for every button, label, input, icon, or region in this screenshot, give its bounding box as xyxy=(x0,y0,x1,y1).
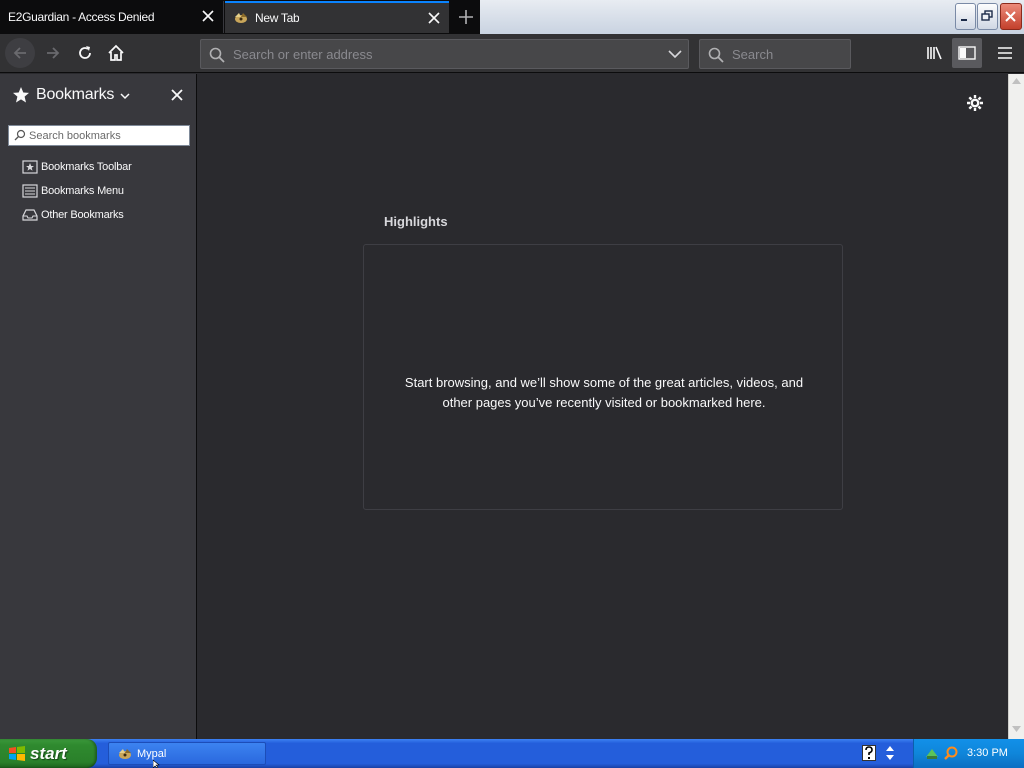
forward-arrow-icon xyxy=(47,47,60,59)
bookmark-folder-other[interactable]: Other Bookmarks xyxy=(22,206,124,224)
star-icon xyxy=(13,87,29,103)
sidebar-toggle-button[interactable] xyxy=(952,38,982,68)
mouse-cursor-icon xyxy=(153,760,160,768)
bookmarks-search-field[interactable] xyxy=(8,125,190,146)
sidebar-icon xyxy=(958,46,976,60)
bookmark-folder-toolbar[interactable]: Bookmarks Toolbar xyxy=(22,158,132,176)
close-tab-icon[interactable] xyxy=(201,9,215,23)
new-tab-page: Highlights Start browsing, and we’ll sho… xyxy=(198,74,1008,739)
reload-button[interactable] xyxy=(70,38,100,68)
search-bar[interactable] xyxy=(699,39,851,69)
tab-strip: E2Guardian - Access Denied New Tab xyxy=(0,0,1024,34)
navigation-toolbar xyxy=(0,34,1024,73)
scroll-down-arrow-icon[interactable] xyxy=(1012,726,1021,732)
bookmark-folder-menu[interactable]: Bookmarks Menu xyxy=(22,182,124,200)
network-tray-icon[interactable] xyxy=(924,745,940,761)
tray-folder-icon xyxy=(22,209,38,221)
clock: 3:30 PM xyxy=(967,747,1008,759)
hamburger-menu-icon xyxy=(998,47,1012,59)
back-button[interactable] xyxy=(5,38,35,68)
highlights-heading: Highlights xyxy=(384,214,448,229)
taskbar-item-mypal[interactable]: Mypal xyxy=(108,742,266,765)
sidebar-title: Bookmarks xyxy=(36,86,115,103)
close-tab-icon[interactable] xyxy=(427,11,441,25)
chevron-down-icon[interactable] xyxy=(668,49,682,59)
new-tab-plus-icon[interactable] xyxy=(452,4,480,30)
home-button[interactable] xyxy=(101,38,131,68)
minimize-window-button[interactable] xyxy=(955,3,976,30)
forward-button[interactable] xyxy=(38,38,68,68)
reload-icon xyxy=(79,46,91,59)
bookmark-folder-label: Bookmarks Toolbar xyxy=(41,161,132,173)
gear-icon[interactable] xyxy=(966,94,984,112)
help-icon[interactable] xyxy=(862,745,876,761)
search-icon xyxy=(14,129,26,141)
chevron-down-icon xyxy=(120,93,130,100)
address-bar[interactable] xyxy=(200,39,689,69)
window-caption-area xyxy=(480,0,1024,34)
library-button[interactable] xyxy=(920,38,950,68)
close-window-button[interactable] xyxy=(1000,3,1022,30)
taskbar-item-label: Mypal xyxy=(137,747,167,760)
highlights-empty-box: Start browsing, and we’ll show some of t… xyxy=(363,244,843,510)
menu-button[interactable] xyxy=(990,38,1020,68)
scroll-up-arrow-icon[interactable] xyxy=(1012,78,1021,84)
mypal-favicon-icon xyxy=(235,13,247,23)
tab-label: New Tab xyxy=(255,11,300,25)
bookmarks-sidebar: Bookmarks Bookmarks Toolbar Bookmarks Me… xyxy=(0,74,197,739)
search-icon xyxy=(209,47,225,63)
mypal-app-icon xyxy=(119,748,131,759)
start-button[interactable]: start xyxy=(0,739,97,768)
magnifier-tray-icon[interactable] xyxy=(943,745,959,761)
library-icon xyxy=(927,46,942,60)
bookmarks-search-input[interactable] xyxy=(29,127,187,144)
star-folder-icon xyxy=(22,160,38,174)
search-icon xyxy=(708,47,724,63)
tab-e2guardian[interactable]: E2Guardian - Access Denied xyxy=(0,1,224,33)
bookmark-folder-label: Bookmarks Menu xyxy=(41,185,124,197)
back-arrow-icon xyxy=(13,47,26,59)
vertical-scrollbar[interactable] xyxy=(1008,74,1024,739)
address-input[interactable] xyxy=(233,43,653,65)
restore-window-button[interactable] xyxy=(977,3,998,30)
home-icon xyxy=(108,44,124,61)
up-down-arrows-icon[interactable] xyxy=(884,744,896,762)
close-sidebar-icon[interactable] xyxy=(170,88,184,102)
search-input[interactable] xyxy=(732,43,842,65)
highlights-empty-message: Start browsing, and we’ll show some of t… xyxy=(404,375,804,410)
windows-logo-icon xyxy=(9,745,25,761)
sidebar-switcher[interactable]: Bookmarks xyxy=(12,86,130,104)
tab-new-tab[interactable]: New Tab xyxy=(225,1,449,33)
menu-list-icon xyxy=(22,184,38,198)
bookmark-folder-label: Other Bookmarks xyxy=(41,209,124,221)
tab-label: E2Guardian - Access Denied xyxy=(8,10,155,24)
start-label: start xyxy=(30,743,67,763)
